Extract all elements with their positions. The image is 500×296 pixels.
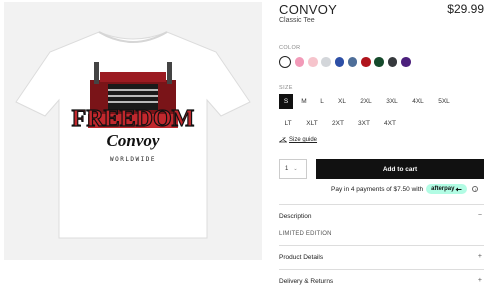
size-option-xl[interactable]: XL <box>333 94 351 109</box>
chevron-down-icon: ⌄ <box>293 166 298 172</box>
size-option-4xt[interactable]: 4XT <box>379 116 401 131</box>
divider <box>279 245 484 246</box>
color-label: COLOR <box>279 45 301 51</box>
accordion-product-details-title[interactable]: Product Details <box>279 254 323 261</box>
tshirt-image: FREEDOM Convoy WORLDWIDE <box>15 31 251 239</box>
size-option-xlt[interactable]: XLT <box>301 116 323 131</box>
color-swatch-light-pink[interactable] <box>307 57 318 67</box>
divider <box>279 269 484 270</box>
size-option-s[interactable]: S <box>279 94 293 109</box>
product-title: CONVOY <box>279 2 338 17</box>
color-swatches <box>279 56 411 68</box>
color-swatch-purple[interactable] <box>400 57 411 67</box>
color-swatch-pink[interactable] <box>294 57 305 67</box>
product-subtitle: Classic Tee <box>279 17 315 24</box>
size-option-3xl[interactable]: 3XL <box>381 94 403 109</box>
product-image[interactable]: FREEDOM Convoy WORLDWIDE <box>4 2 262 260</box>
size-options-row-1: S M L XL 2XL 3XL 4XL 5XL <box>279 94 455 109</box>
product-price: $29.99 <box>447 2 484 16</box>
product-info: CONVOY Classic Tee $29.99 COLOR SIZE SML… <box>279 0 484 296</box>
color-swatch-red[interactable] <box>361 57 371 67</box>
plus-icon[interactable]: + <box>478 277 482 284</box>
size-option-l[interactable]: L <box>315 94 329 109</box>
artwork-freedom: FREEDOM <box>72 106 195 132</box>
accordion-delivery-title[interactable]: Delivery & Returns <box>279 278 333 285</box>
quantity-select[interactable]: 1 ⌄ <box>279 159 307 179</box>
color-swatch-forest-green[interactable] <box>374 57 384 67</box>
size-option-2xt[interactable]: 2XT <box>327 116 349 131</box>
description-body: LIMITED EDITION <box>279 231 332 237</box>
afterpay-text: Pay in 4 payments of $7.50 with <box>331 185 424 193</box>
color-swatch-royal-blue[interactable] <box>334 57 345 67</box>
afterpay-message: Pay in 4 payments of $7.50 with afterpay… <box>331 184 479 194</box>
size-label: SIZE <box>279 85 293 91</box>
afterpay-arrow-icon <box>455 187 462 191</box>
color-swatch-steel-blue[interactable] <box>347 57 358 67</box>
size-option-lt[interactable]: LT <box>279 116 297 131</box>
size-option-5xl[interactable]: 5XL <box>433 94 455 109</box>
artwork-worldwide: WORLDWIDE <box>110 156 156 163</box>
quantity-value: 1 <box>285 166 289 172</box>
minus-icon[interactable]: − <box>478 212 482 219</box>
afterpay-badge-label: afterpay <box>431 186 455 192</box>
artwork-convoy: Convoy <box>107 131 160 150</box>
color-swatch-charcoal[interactable] <box>387 57 398 67</box>
size-option-3xt[interactable]: 3XT <box>353 116 375 131</box>
size-option-2xl[interactable]: 2XL <box>355 94 377 109</box>
hanger-icon <box>279 137 287 143</box>
size-options-row-2: LT XLT 2XT 3XT 4XT <box>279 116 401 131</box>
size-guide-label: Size guide <box>289 137 318 143</box>
size-guide-link[interactable]: Size guide <box>279 137 317 143</box>
size-option-4xl[interactable]: 4XL <box>407 94 429 109</box>
divider <box>279 204 484 205</box>
color-swatch-white[interactable] <box>279 56 291 68</box>
plus-icon[interactable]: + <box>478 253 482 260</box>
info-icon[interactable]: i <box>472 186 479 192</box>
add-to-cart-button[interactable]: Add to cart <box>316 159 484 179</box>
afterpay-badge: afterpay <box>426 184 468 194</box>
color-swatch-light-grey[interactable] <box>321 57 331 67</box>
accordion-description-title[interactable]: Description <box>279 213 312 220</box>
size-option-m[interactable]: M <box>297 94 311 109</box>
